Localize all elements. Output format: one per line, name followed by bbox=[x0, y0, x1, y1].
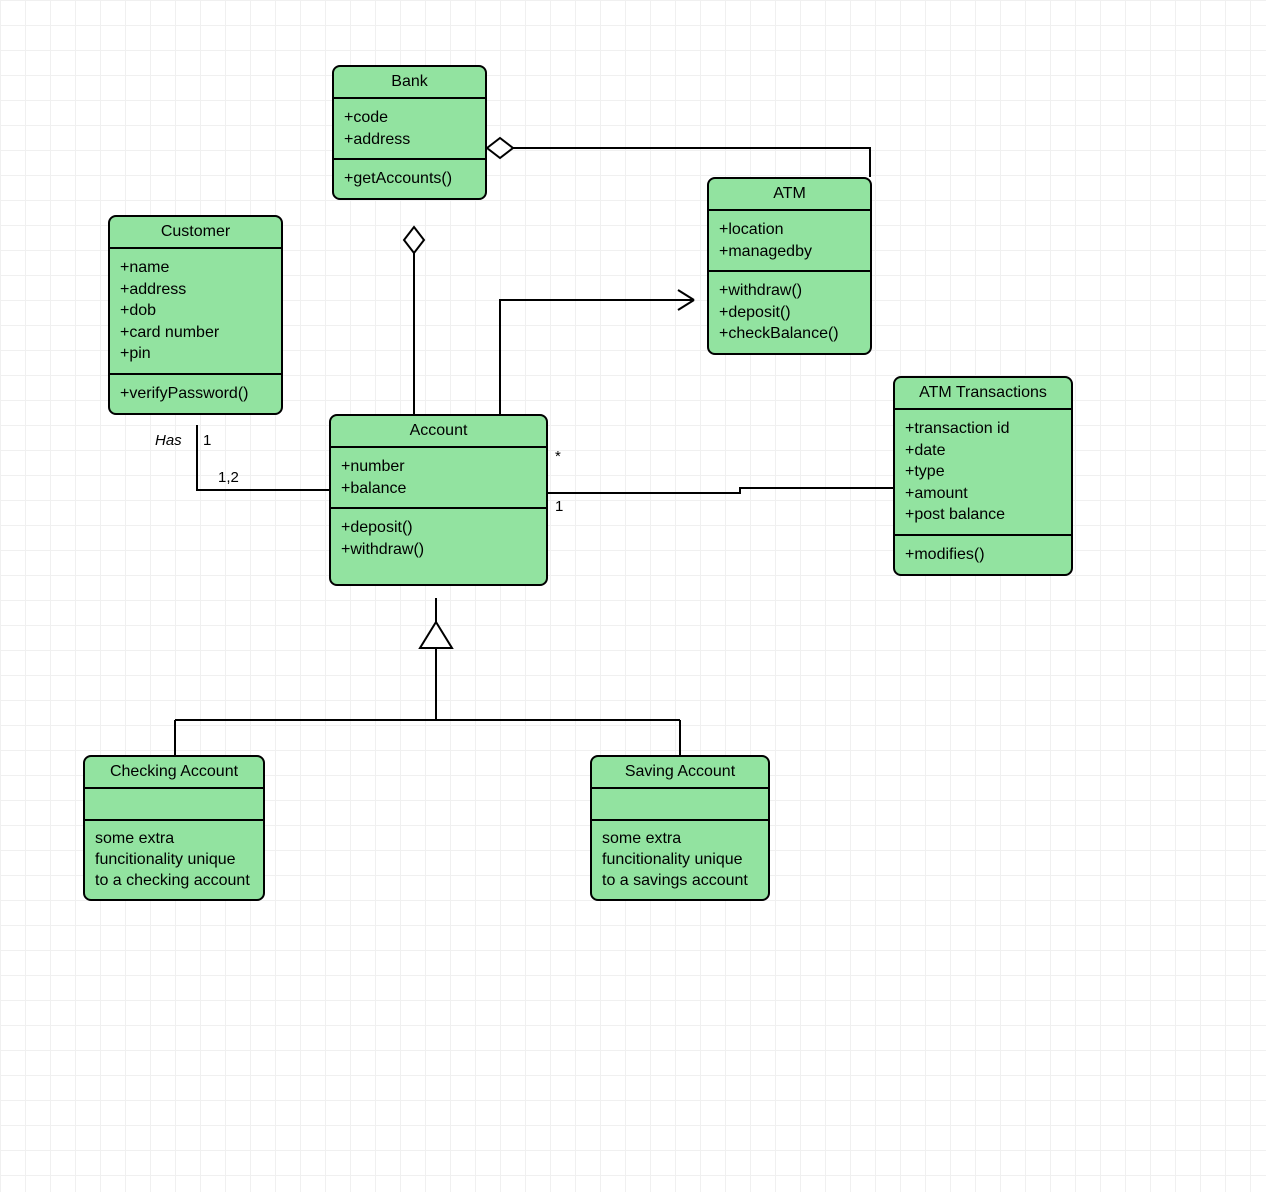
attr: +managedby bbox=[719, 241, 860, 263]
class-ops: some extra funcitionality unique to a sa… bbox=[592, 821, 768, 899]
class-ops: +withdraw() +deposit() +checkBalance() bbox=[709, 272, 870, 353]
class-title: ATM bbox=[709, 179, 870, 211]
attr: +address bbox=[120, 279, 271, 301]
class-attrs: +code +address bbox=[334, 99, 485, 160]
op: +deposit() bbox=[341, 517, 536, 539]
class-bank[interactable]: Bank +code +address +getAccounts() bbox=[332, 65, 487, 200]
class-title: Bank bbox=[334, 67, 485, 99]
attr: +card number bbox=[120, 322, 271, 344]
edge-bank-account bbox=[404, 227, 424, 414]
diagram-canvas: Bank +code +address +getAccounts() Custo… bbox=[0, 0, 1266, 1192]
edge-label-mult-1b: 1 bbox=[555, 498, 563, 515]
op: +getAccounts() bbox=[344, 168, 475, 190]
class-ops: +verifyPassword() bbox=[110, 375, 281, 413]
class-title: ATM Transactions bbox=[895, 378, 1071, 410]
class-attrs bbox=[85, 789, 263, 821]
attr: +dob bbox=[120, 300, 271, 322]
edge-account-atm bbox=[500, 290, 694, 414]
class-title: Saving Account bbox=[592, 757, 768, 789]
class-title: Checking Account bbox=[85, 757, 263, 789]
edge-account-atmtxn bbox=[548, 488, 893, 493]
edge-label-mult-1-2: 1,2 bbox=[218, 469, 239, 486]
attr: +balance bbox=[341, 478, 536, 500]
attr: +pin bbox=[120, 343, 271, 365]
class-attrs bbox=[592, 789, 768, 821]
class-atm[interactable]: ATM +location +managedby +withdraw() +de… bbox=[707, 177, 872, 355]
class-atm-transactions[interactable]: ATM Transactions +transaction id +date +… bbox=[893, 376, 1073, 576]
class-title: Customer bbox=[110, 217, 281, 249]
class-customer[interactable]: Customer +name +address +dob +card numbe… bbox=[108, 215, 283, 415]
attr: +date bbox=[905, 440, 1061, 462]
class-ops: +getAccounts() bbox=[334, 160, 485, 198]
op: +deposit() bbox=[719, 302, 860, 324]
class-ops: +deposit() +withdraw() bbox=[331, 509, 546, 584]
class-attrs: +number +balance bbox=[331, 448, 546, 509]
op: +modifies() bbox=[905, 544, 1061, 566]
class-ops: +modifies() bbox=[895, 536, 1071, 574]
attr: +code bbox=[344, 107, 475, 129]
attr: +number bbox=[341, 456, 536, 478]
class-account[interactable]: Account +number +balance +deposit() +wit… bbox=[329, 414, 548, 586]
edge-label-has: Has bbox=[155, 432, 182, 449]
edge-label-mult-1: 1 bbox=[203, 432, 211, 449]
op: some extra funcitionality unique to a sa… bbox=[602, 829, 758, 891]
op: +withdraw() bbox=[719, 280, 860, 302]
class-attrs: +name +address +dob +card number +pin bbox=[110, 249, 281, 375]
edge-bank-atm bbox=[487, 138, 870, 177]
class-checking-account[interactable]: Checking Account some extra funcitionali… bbox=[83, 755, 265, 901]
op: +withdraw() bbox=[341, 539, 536, 561]
class-attrs: +location +managedby bbox=[709, 211, 870, 272]
edge-customer-account bbox=[197, 425, 329, 490]
edge-label-mult-star: * bbox=[555, 448, 561, 465]
class-attrs: +transaction id +date +type +amount +pos… bbox=[895, 410, 1071, 536]
edge-generalization bbox=[175, 598, 680, 755]
edges-layer bbox=[0, 0, 1266, 1192]
attr: +type bbox=[905, 461, 1061, 483]
attr: +name bbox=[120, 257, 271, 279]
attr: +address bbox=[344, 129, 475, 151]
op: +checkBalance() bbox=[719, 323, 860, 345]
class-saving-account[interactable]: Saving Account some extra funcitionality… bbox=[590, 755, 770, 901]
attr: +location bbox=[719, 219, 860, 241]
class-title: Account bbox=[331, 416, 546, 448]
attr: +transaction id bbox=[905, 418, 1061, 440]
attr: +post balance bbox=[905, 504, 1061, 526]
op: some extra funcitionality unique to a ch… bbox=[95, 829, 253, 891]
class-ops: some extra funcitionality unique to a ch… bbox=[85, 821, 263, 899]
op: +verifyPassword() bbox=[120, 383, 271, 405]
attr: +amount bbox=[905, 483, 1061, 505]
